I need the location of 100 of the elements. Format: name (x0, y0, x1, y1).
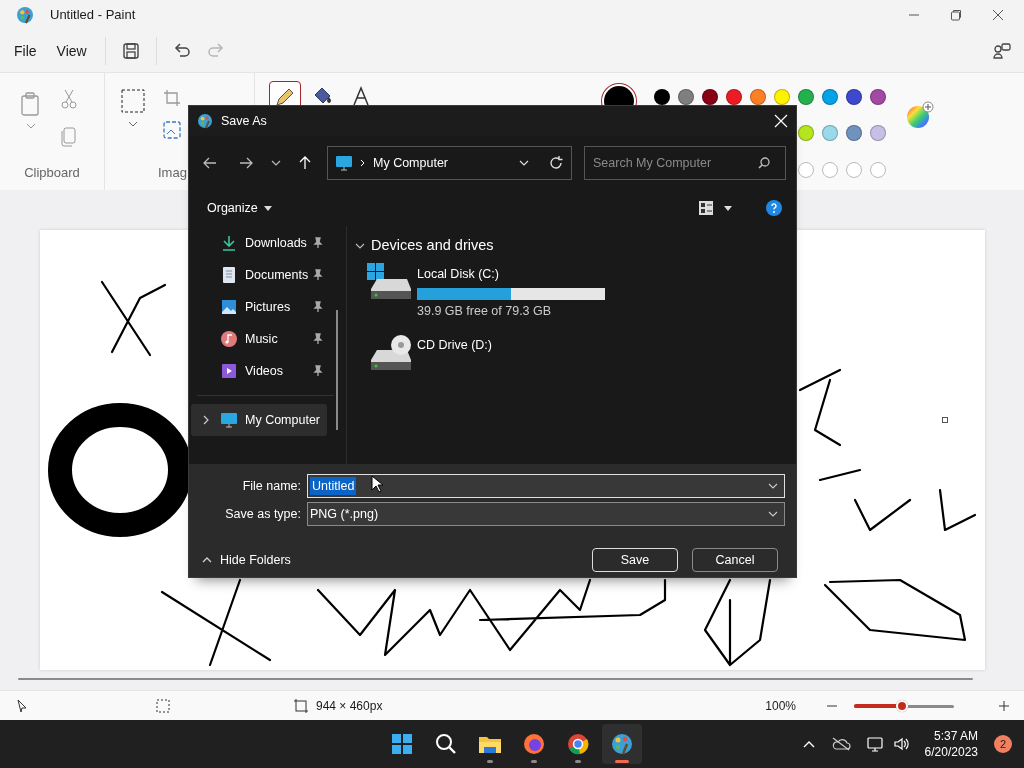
color-swatch[interactable] (678, 89, 694, 105)
pin-icon[interactable] (313, 365, 323, 377)
group-label: Clipboard (24, 164, 80, 180)
notification-badge[interactable]: 2 (994, 735, 1012, 753)
speaker-icon[interactable] (892, 736, 909, 752)
pin-icon[interactable] (313, 269, 323, 281)
maximize-icon[interactable] (950, 9, 962, 21)
search-icon (434, 732, 458, 756)
forward-arrow-icon[interactable] (239, 157, 253, 169)
dialog-title: Save As (221, 112, 267, 130)
paint-logo-icon (16, 6, 34, 24)
hide-folders-toggle[interactable]: Hide Folders (201, 549, 292, 571)
pointer-icon (16, 699, 28, 714)
organize-menu[interactable]: Organize (206, 197, 273, 219)
color-swatch[interactable] (774, 89, 790, 105)
file-type-dropdown[interactable]: PNG (*.png) (307, 502, 785, 526)
caret-icon[interactable] (724, 205, 732, 211)
menu-item[interactable]: View (46, 36, 97, 66)
save-icon[interactable] (121, 42, 140, 60)
video-icon (221, 363, 237, 379)
chevron-down-icon[interactable] (271, 160, 281, 166)
chevron-down-icon (768, 511, 778, 517)
drive-name[interactable]: CD Drive (D:) (417, 336, 492, 355)
empty-swatch[interactable] (798, 161, 814, 178)
nav-item[interactable]: Downloads (191, 227, 327, 259)
drive-name[interactable]: Local Disk (C:) (417, 264, 605, 284)
refresh-icon (549, 156, 563, 170)
nav-item[interactable]: Music (191, 323, 327, 355)
help-icon[interactable] (766, 200, 782, 216)
chevron-right-icon[interactable] (203, 415, 209, 425)
drive-icon (367, 262, 411, 301)
file-name-field[interactable]: Untitled (307, 474, 785, 498)
section-header[interactable]: Devices and drives (355, 235, 796, 257)
window-title: Untitled - Paint (50, 6, 136, 25)
scrollbar[interactable] (336, 310, 338, 430)
cloud-off-icon[interactable] (830, 737, 851, 751)
chevron-down-icon[interactable] (128, 121, 138, 127)
caret-icon (263, 205, 272, 211)
nav-item[interactable]: Videos (191, 355, 327, 387)
color-swatch[interactable] (870, 89, 886, 105)
monitor-icon (336, 155, 352, 171)
drive-space: 39.9 GB free of 79.3 GB (417, 302, 553, 320)
field-label: File name: (241, 477, 302, 495)
color-swatch[interactable] (702, 89, 718, 105)
scrollbar[interactable] (18, 678, 973, 680)
chevron-up-icon (202, 557, 212, 563)
canvas-size-icon (294, 698, 308, 713)
empty-swatch[interactable] (870, 161, 886, 178)
dialog-button[interactable]: Save (592, 548, 678, 572)
paint-logo-icon (197, 113, 213, 129)
canvas-size: 944 × 460px (316, 697, 383, 715)
color-swatch[interactable] (798, 89, 814, 105)
color-swatch[interactable] (822, 125, 838, 142)
pin-icon[interactable] (313, 301, 323, 313)
scissors-icon[interactable] (60, 89, 78, 109)
color-wheel-icon[interactable] (906, 101, 934, 129)
color-swatch[interactable] (750, 89, 766, 105)
monitor-icon (221, 412, 237, 428)
color-swatch[interactable] (846, 89, 862, 105)
view-options-icon[interactable] (698, 200, 714, 216)
nav-item[interactable]: Pictures (191, 291, 327, 323)
group-label: Imag (158, 164, 187, 180)
address-bar[interactable]: My Computer (327, 146, 572, 180)
clock-time[interactable]: 5:37 AM (924, 727, 978, 744)
people-icon[interactable] (992, 42, 1012, 60)
picture-icon (221, 299, 237, 315)
zoom-level: 100% (765, 697, 796, 715)
search-field[interactable]: Search My Computer (584, 146, 786, 180)
color-swatch[interactable] (846, 125, 862, 142)
resize-handle[interactable] (942, 417, 948, 423)
color-swatch[interactable] (798, 125, 814, 142)
back-arrow-icon[interactable] (203, 157, 217, 169)
network-icon[interactable] (866, 736, 885, 752)
selection-icon (156, 699, 170, 714)
up-arrow-icon[interactable] (299, 156, 311, 170)
nav-item[interactable]: Documents (191, 259, 327, 291)
slider-thumb[interactable] (896, 699, 908, 712)
field-label: Save as type: (224, 505, 302, 523)
image-icon[interactable] (163, 121, 181, 139)
pin-icon[interactable] (313, 333, 323, 345)
nav-item[interactable]: My Computer (191, 404, 327, 436)
mouse-cursor-icon (371, 473, 383, 493)
clock-date[interactable]: 6/20/2023 (924, 744, 978, 761)
search-icon (758, 157, 770, 169)
selection-icon[interactable] (121, 89, 145, 113)
chevron-up-icon[interactable] (802, 740, 815, 748)
color-swatch[interactable] (870, 125, 886, 142)
color-swatch[interactable] (726, 89, 742, 105)
close-icon[interactable] (992, 9, 1004, 21)
zoom-slider[interactable] (854, 699, 954, 712)
color-swatch[interactable] (822, 89, 838, 105)
dialog-button[interactable]: Cancel (692, 548, 778, 572)
zoom-in-icon[interactable] (998, 699, 1010, 712)
empty-swatch[interactable] (846, 161, 862, 178)
download-icon (221, 235, 237, 251)
color-swatch[interactable] (654, 89, 670, 105)
pin-icon[interactable] (313, 237, 323, 249)
empty-swatch[interactable] (822, 161, 838, 178)
undo-icon[interactable] (172, 42, 191, 60)
menu-item[interactable]: File (4, 36, 47, 66)
